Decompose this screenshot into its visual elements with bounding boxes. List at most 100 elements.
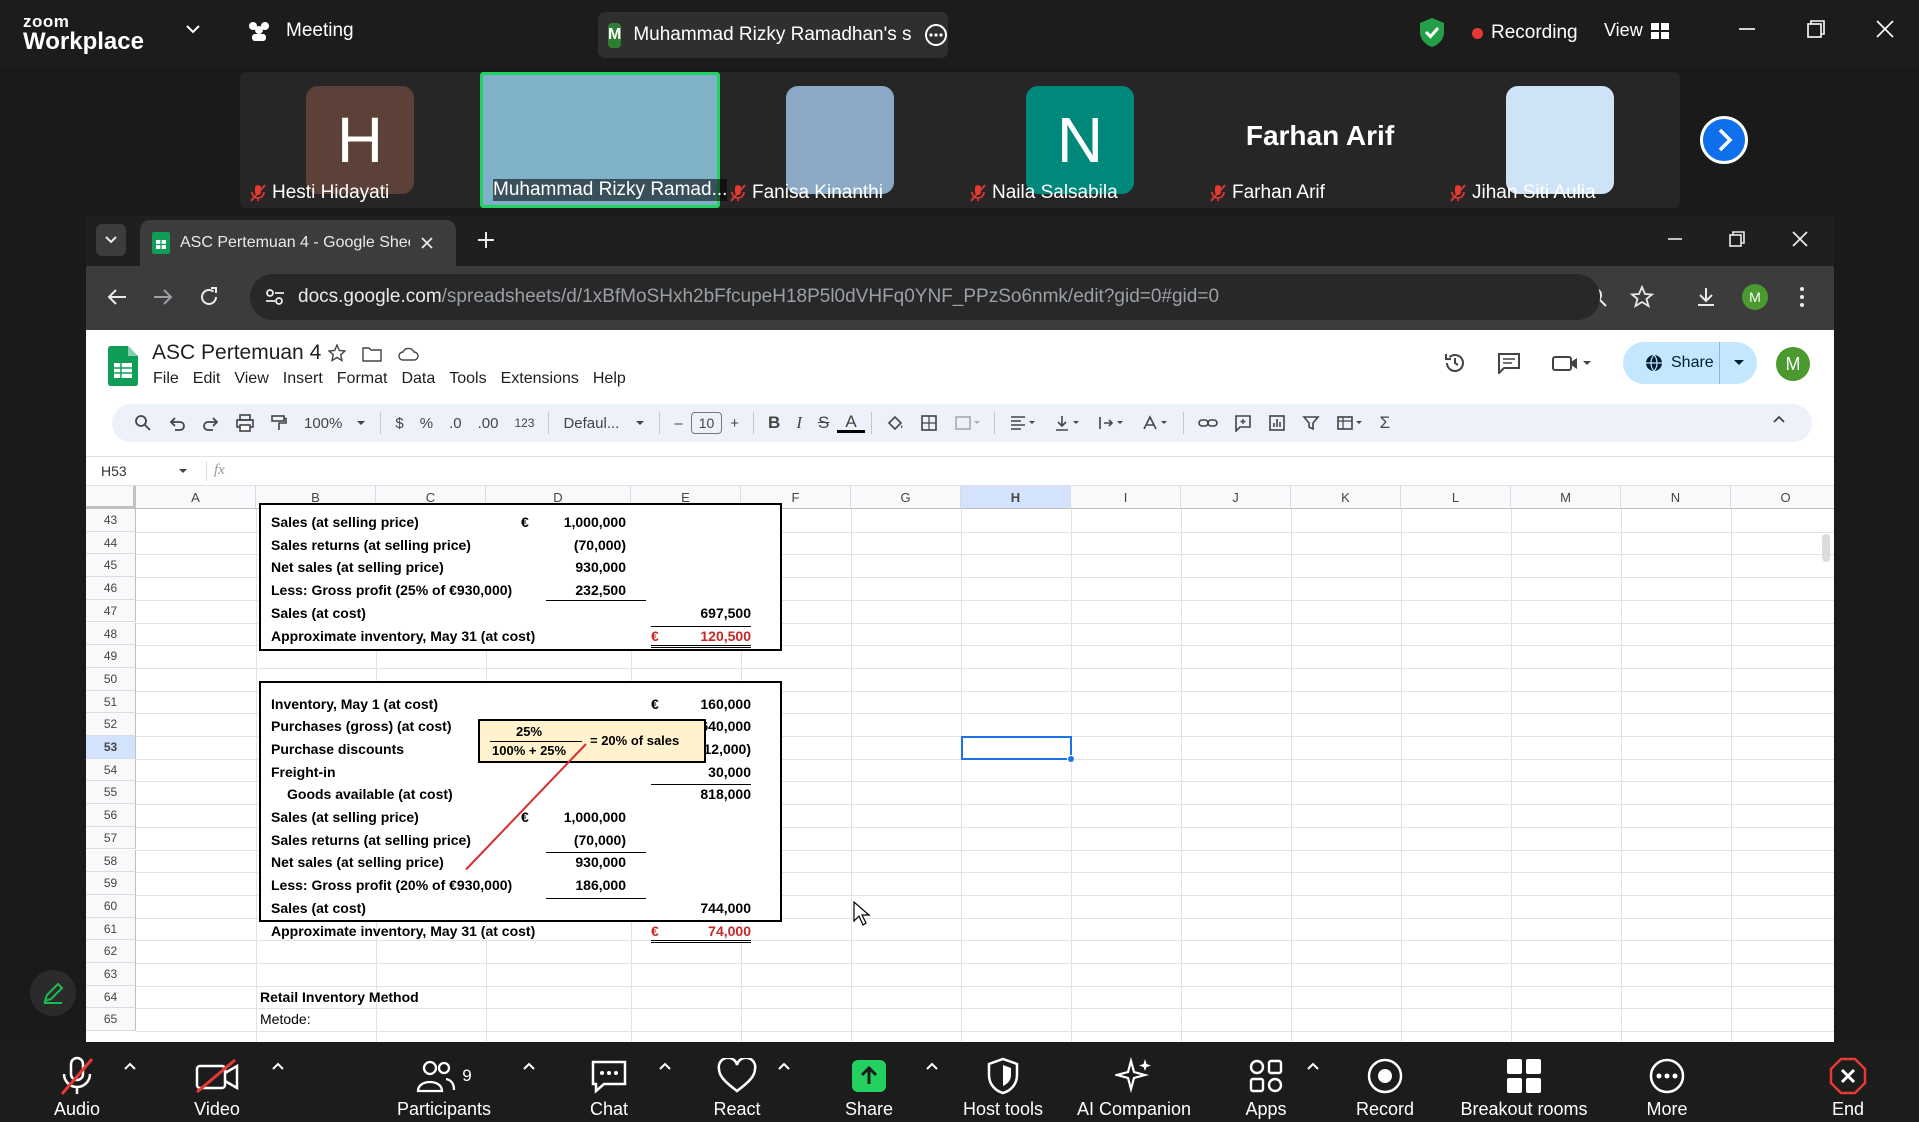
caret-up-icon[interactable]	[926, 1062, 938, 1070]
move-folder-icon[interactable]	[362, 346, 382, 362]
row-header[interactable]: 54	[86, 758, 136, 782]
view-button[interactable]: View	[1604, 20, 1669, 41]
font-size-decrease-icon[interactable]: –	[666, 415, 690, 432]
participant-tile[interactable]: Muhammad Rizky Ramad...	[480, 72, 728, 208]
filter-icon[interactable]	[1294, 414, 1328, 432]
font-size-input[interactable]: 10	[690, 412, 723, 434]
site-info-icon[interactable]	[264, 287, 286, 307]
font-size-increase-icon[interactable]: +	[722, 415, 747, 432]
url-field[interactable]: docs.google.com/spreadsheets/d/1xBfMoSHx…	[250, 274, 1600, 320]
column-header[interactable]: O	[1731, 486, 1834, 509]
sheets-logo-icon[interactable]	[108, 346, 138, 386]
row-header[interactable]: 62	[86, 940, 136, 963]
menu-view[interactable]: View	[234, 370, 268, 388]
insert-comment-icon[interactable]	[1226, 414, 1260, 432]
redo-icon[interactable]	[194, 414, 228, 432]
print-icon[interactable]	[228, 414, 262, 432]
currency-format-button[interactable]: $	[387, 415, 411, 432]
column-header[interactable]: N	[1621, 486, 1731, 509]
text-rotation-icon[interactable]	[1133, 414, 1177, 432]
participants-button[interactable]: 9 Participants	[364, 1042, 524, 1122]
column-header[interactable]: L	[1401, 486, 1511, 509]
participant-tile[interactable]: Fanisa Kinanthi	[720, 72, 960, 208]
caret-up-icon[interactable]	[124, 1062, 136, 1070]
row-header[interactable]: 44	[86, 531, 136, 555]
participant-tile[interactable]: Farhan Arif Farhan Arif	[1200, 72, 1440, 208]
back-icon[interactable]	[106, 286, 128, 308]
cloud-status-icon[interactable]	[397, 346, 419, 362]
spreadsheet-grid[interactable]: A B C D E F G H I J K L M N O 43 44 45 46 47 48 49 50 51 52 53 54 5…	[86, 486, 1834, 1042]
column-header[interactable]: A	[136, 486, 256, 509]
active-speaker-pill[interactable]: M Muhammad Rizky Ramadhan's s	[598, 12, 948, 58]
row-header[interactable]: 43	[86, 509, 136, 532]
decrease-decimal-button[interactable]: .0	[441, 415, 470, 432]
row-header[interactable]: 51	[86, 690, 136, 714]
menu-help[interactable]: Help	[593, 370, 626, 388]
forward-icon[interactable]	[152, 286, 174, 308]
row-header[interactable]: 50	[86, 667, 136, 691]
column-header[interactable]: I	[1071, 486, 1181, 509]
insert-link-icon[interactable]	[1190, 414, 1226, 432]
row-header[interactable]: 61	[86, 917, 136, 941]
browser-minimize-icon[interactable]	[1666, 230, 1684, 248]
undo-icon[interactable]	[160, 414, 194, 432]
annotate-pen-button[interactable]	[30, 970, 76, 1016]
row-header[interactable]: 45	[86, 554, 136, 578]
end-button[interactable]: End	[1768, 1042, 1919, 1122]
meet-camera-icon[interactable]	[1552, 354, 1592, 372]
filter-views-icon[interactable]	[1328, 414, 1372, 432]
paint-format-icon[interactable]	[262, 414, 296, 432]
formula-input[interactable]	[246, 459, 1816, 483]
row-header[interactable]: 60	[86, 894, 136, 918]
more-button[interactable]: More	[1587, 1042, 1747, 1122]
vertical-scrollbar[interactable]	[1822, 534, 1830, 562]
minimize-icon[interactable]	[1738, 20, 1756, 38]
row-header[interactable]: 65	[86, 1008, 136, 1032]
breakout-rooms-button[interactable]: Breakout rooms	[1444, 1042, 1604, 1122]
functions-icon[interactable]: Σ	[1372, 413, 1399, 433]
row-header[interactable]: 46	[86, 577, 136, 600]
column-header[interactable]: G	[851, 486, 961, 509]
star-icon[interactable]	[328, 344, 346, 362]
recording-indicator[interactable]: Recording	[1472, 22, 1578, 44]
row-header[interactable]: 64	[86, 985, 136, 1009]
encryption-shield-icon[interactable]	[1418, 16, 1446, 48]
name-box[interactable]: H53	[101, 463, 127, 479]
row-header[interactable]: 48	[86, 622, 136, 646]
browser-tab[interactable]: ASC Pertemuan 4 - Google Shee	[140, 220, 456, 266]
caret-up-icon[interactable]	[523, 1062, 535, 1070]
doc-title[interactable]: ASC Pertemuan 4	[152, 341, 321, 365]
participant-tile[interactable]: H Hesti Hidayati	[240, 72, 480, 208]
browser-restore-icon[interactable]	[1728, 230, 1746, 248]
download-icon[interactable]	[1694, 285, 1718, 309]
menu-format[interactable]: Format	[337, 370, 388, 388]
version-history-icon[interactable]	[1443, 351, 1467, 375]
browser-profile-avatar[interactable]: M	[1742, 284, 1768, 310]
row-header[interactable]: 49	[86, 645, 136, 668]
audio-button[interactable]: Audio	[0, 1042, 157, 1122]
row-header[interactable]: 59	[86, 872, 136, 895]
browser-close-icon[interactable]	[1791, 230, 1809, 248]
italic-icon[interactable]: I	[788, 413, 810, 433]
borders-icon[interactable]	[912, 414, 946, 432]
close-icon[interactable]	[1876, 20, 1894, 38]
insert-chart-icon[interactable]	[1260, 414, 1294, 432]
font-select[interactable]: Defaul...	[555, 415, 653, 432]
selected-cell-h53[interactable]	[961, 736, 1075, 763]
menu-tools[interactable]: Tools	[449, 370, 486, 388]
record-button[interactable]: Record	[1305, 1042, 1465, 1122]
share-dropdown-icon[interactable]	[1733, 356, 1745, 368]
search-menus-icon[interactable]	[126, 414, 160, 432]
collapse-toolbar-icon[interactable]	[1772, 414, 1786, 424]
browser-menu-icon[interactable]	[1798, 286, 1806, 308]
column-header[interactable]: H	[961, 486, 1071, 509]
strikethrough-icon[interactable]: S	[810, 413, 837, 433]
number-format-button[interactable]: 123	[506, 416, 542, 430]
column-header[interactable]: K	[1291, 486, 1401, 509]
menu-insert[interactable]: Insert	[283, 370, 323, 388]
menu-data[interactable]: Data	[401, 370, 435, 388]
row-header[interactable]: 55	[86, 781, 136, 805]
select-all-corner[interactable]	[86, 486, 136, 509]
text-wrap-icon[interactable]	[1089, 414, 1133, 432]
menu-extensions[interactable]: Extensions	[501, 370, 579, 388]
